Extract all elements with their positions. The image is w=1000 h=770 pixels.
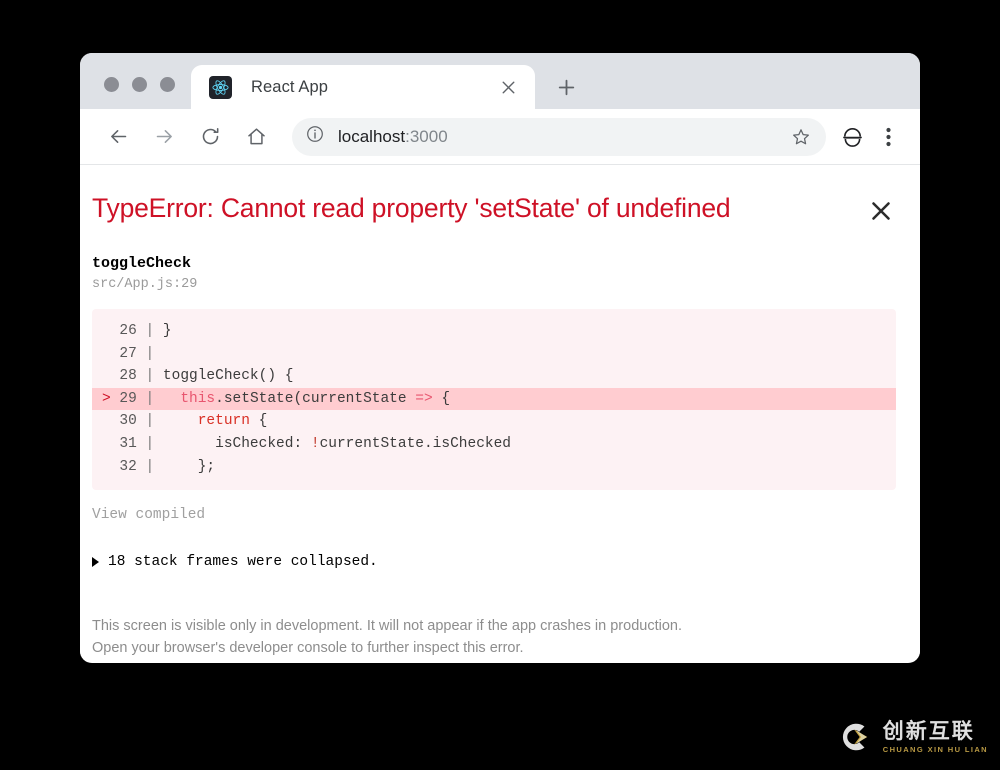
bookmark-star-icon[interactable] (786, 122, 816, 152)
code-line: > 29 | this.setState(currentState => { (92, 387, 896, 411)
watermark: 创新互联 CHUANG XIN HU LIAN (835, 718, 988, 756)
watermark-pinyin: CHUANG XIN HU LIAN (882, 744, 988, 754)
expand-triangle-icon (92, 557, 99, 568)
error-line-marker (102, 323, 111, 339)
error-header: TypeError: Cannot read property 'setStat… (92, 192, 908, 226)
tab-strip: React App (80, 53, 920, 109)
error-footer-line-2: Open your browser's developer console to… (92, 639, 524, 656)
react-error-overlay: TypeError: Cannot read property 'setStat… (80, 165, 920, 662)
forward-button[interactable] (146, 119, 182, 155)
code-line-number: 28 (110, 368, 146, 385)
code-line: 32 | }; (92, 456, 896, 479)
code-line-text: } (154, 323, 172, 339)
error-line-marker (102, 368, 111, 384)
address-bar-url: localhost:3000 (338, 127, 448, 147)
code-line-number: 31 (110, 435, 146, 452)
error-line-marker (102, 459, 111, 475)
url-port: :3000 (405, 126, 448, 146)
browser-tab-react-app[interactable]: React App (191, 65, 535, 109)
code-line-number: 30 (110, 413, 146, 430)
collapsed-frames-label: 18 stack frames were collapsed. (108, 554, 378, 571)
code-line-number: 26 (110, 323, 146, 339)
code-line-number: 27 (110, 345, 146, 362)
error-line-marker (102, 346, 111, 362)
watermark-chinese: 创新互联 (882, 719, 975, 743)
site-info-icon[interactable] (306, 125, 324, 148)
collapsed-stack-frames-toggle[interactable]: 18 stack frames were collapsed. (92, 554, 908, 570)
error-title: TypeError: Cannot read property 'setStat… (92, 193, 731, 223)
react-logo-icon (209, 75, 232, 99)
error-close-icon[interactable] (866, 196, 896, 226)
back-button[interactable] (100, 119, 136, 155)
profile-avatar-icon[interactable] (834, 119, 870, 155)
stack-frame-function: toggleCheck (92, 255, 192, 272)
code-line: 30 | return { (92, 410, 896, 433)
window-traffic-lights (80, 77, 191, 109)
code-gutter-pipe: | (145, 458, 155, 475)
view-compiled-link[interactable]: View compiled (92, 507, 205, 523)
minimize-window-button[interactable] (132, 77, 147, 92)
error-line-marker (102, 413, 111, 429)
code-line: 28 | toggleCheck() { (92, 365, 896, 388)
tab-title: React App (251, 77, 329, 96)
error-footer: This screen is visible only in developme… (92, 616, 908, 659)
home-button[interactable] (238, 119, 274, 155)
browser-window: React App localhost:3000 TypeError: Cann… (80, 53, 920, 663)
code-line-number: 32 (110, 458, 146, 475)
watermark-text: 创新互联 CHUANG XIN HU LIAN (883, 721, 988, 754)
url-host: localhost (338, 126, 406, 146)
code-line-number: 29 (110, 390, 146, 407)
stack-frame-location[interactable]: src/App.js:29 (92, 277, 908, 292)
browser-menu-button[interactable] (870, 119, 906, 155)
new-tab-button[interactable] (549, 70, 583, 104)
error-line-marker (102, 436, 111, 452)
address-bar[interactable]: localhost:3000 (292, 117, 826, 156)
code-line-text: }; (154, 458, 216, 475)
code-line: 26 | } (92, 320, 896, 343)
code-gutter-pipe: | (145, 390, 155, 407)
error-line-marker: > (102, 390, 111, 407)
code-gutter-pipe: | (145, 368, 155, 385)
code-line: 31 | isChecked: !currentState.isChecked (92, 433, 896, 456)
code-line: 27 | (92, 343, 896, 366)
browser-toolbar: localhost:3000 (80, 109, 920, 165)
code-gutter-pipe: | (145, 413, 155, 430)
maximize-window-button[interactable] (160, 77, 175, 92)
code-gutter-pipe: | (145, 345, 155, 362)
code-gutter-pipe: | (145, 323, 155, 339)
tab-close-icon[interactable] (495, 74, 521, 100)
code-line-text: this.setState(currentState => { (180, 390, 451, 407)
code-line-text: toggleCheck() { (154, 368, 294, 385)
code-gutter-pipe: | (145, 435, 155, 452)
error-footer-line-1: This screen is visible only in developme… (92, 618, 682, 635)
close-window-button[interactable] (104, 77, 119, 92)
code-line-text: isChecked: !currentState.isChecked (154, 435, 511, 452)
code-line-text: return { (197, 413, 268, 430)
source-code-block: 26 | } 27 | 28 | toggleCheck() {> 29 | t… (92, 309, 896, 491)
cx-logo-icon (835, 718, 873, 756)
reload-button[interactable] (192, 119, 228, 155)
